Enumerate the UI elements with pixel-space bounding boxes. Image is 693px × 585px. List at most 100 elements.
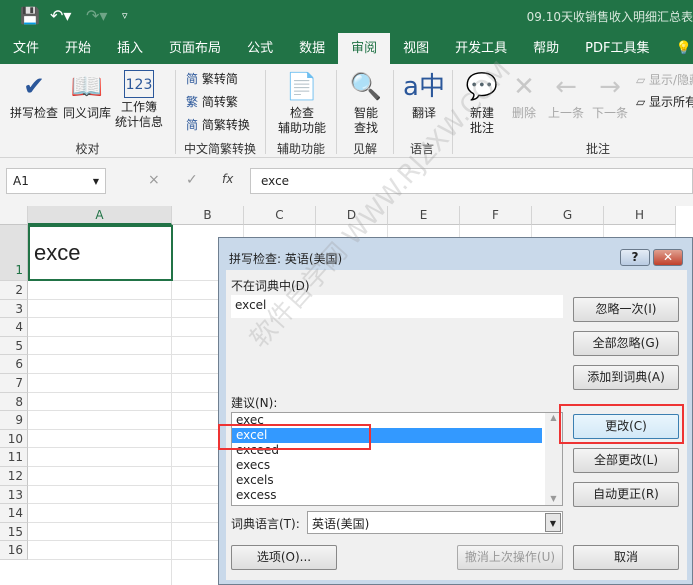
row-header[interactable]: 7	[0, 374, 28, 393]
add-to-dictionary-button[interactable]: 添加到词典(A)	[573, 365, 679, 390]
check-accessibility-button[interactable]: 📄 检查 辅助功能	[272, 70, 332, 136]
tab-2[interactable]: 插入	[104, 33, 156, 64]
ribbon-tabs: 文件 开始 插入 页面布局 公式 数据 审阅 视图 开发工具 帮助 PDF工具集 💡	[0, 33, 693, 64]
highlight-box-suggestion	[218, 424, 371, 450]
change-all-button[interactable]: 全部更改(L)	[573, 448, 679, 473]
group-comments: 批注	[585, 142, 610, 156]
label: 新建	[469, 106, 494, 120]
smart-lookup-button[interactable]: 🔍 智能 查找	[342, 70, 390, 136]
label: 拼写检查	[9, 106, 58, 120]
row-header[interactable]: 1	[0, 225, 28, 281]
close-button[interactable]: ✕	[653, 249, 683, 266]
prev-comment-button[interactable]: ← 上一条	[544, 70, 588, 121]
corner[interactable]	[0, 206, 28, 225]
translate-button[interactable]: a中 翻译	[400, 70, 448, 121]
tab-7[interactable]: 视图	[390, 33, 442, 64]
tab-0[interactable]: 文件	[0, 33, 52, 64]
suggestion-item[interactable]: excess	[232, 488, 542, 503]
cancel-icon[interactable]: ×	[148, 172, 160, 188]
row-header[interactable]: 11	[0, 448, 28, 467]
column-header[interactable]: D	[316, 206, 388, 225]
tab-9[interactable]: 帮助	[520, 33, 572, 64]
group-proofing: 校对	[75, 142, 100, 156]
help-button[interactable]: ?	[620, 249, 650, 266]
column-header[interactable]: C	[244, 206, 316, 225]
row-header[interactable]: 6	[0, 355, 28, 374]
ignore-all-button[interactable]: 全部忽略(G)	[573, 331, 679, 356]
cancel-button[interactable]: 取消	[573, 545, 679, 570]
label: 上一条	[547, 106, 584, 120]
enter-icon[interactable]: ✓	[186, 172, 198, 188]
row-header[interactable]: 14	[0, 504, 28, 523]
chevron-down-icon: ▼	[92, 177, 99, 186]
suggestion-item[interactable]: execs	[232, 458, 542, 473]
s2t-button[interactable]: 繁 简转繁	[186, 93, 238, 110]
convert-button[interactable]: 简 简繁转换	[186, 116, 250, 133]
row-header[interactable]: 5	[0, 336, 28, 356]
t2s-button[interactable]: 简 繁转简	[186, 70, 238, 87]
convert-icon: 简	[186, 118, 199, 132]
group-language: 语言	[409, 142, 434, 156]
new-comment-button[interactable]: 💬 新建 批注	[460, 70, 504, 136]
suggestion-item[interactable]: excels	[232, 473, 542, 488]
insert-function-icon[interactable]: fx	[222, 172, 233, 186]
row-header[interactable]: 8	[0, 392, 28, 412]
spell-check-button[interactable]: ✔ 拼写检查	[8, 70, 60, 121]
next-comment-button[interactable]: → 下一条	[588, 70, 632, 121]
label: 简繁转换	[201, 118, 250, 132]
show-hide-comment-button[interactable]: ▱ 显示/隐藏批注	[636, 71, 693, 88]
customize-icon[interactable]: ▿	[122, 9, 128, 22]
row-header[interactable]: 2	[0, 281, 28, 300]
column-header[interactable]: H	[604, 206, 676, 225]
label: 显示所有批注	[649, 95, 693, 109]
column-header[interactable]: A	[28, 206, 172, 225]
undo-icon[interactable]: ↶▾	[50, 6, 71, 25]
s2t-icon: 繁	[186, 95, 199, 109]
row-header[interactable]: 10	[0, 429, 28, 449]
ribbon: ✔ 拼写检查 📖 同义词库 123 工作簿 统计信息 校对 简 繁转简 繁 简转繁 简 …	[0, 64, 693, 158]
tab-4[interactable]: 公式	[234, 33, 286, 64]
options-button[interactable]: 选项(O)...	[231, 545, 337, 570]
tab-8[interactable]: 开发工具	[442, 33, 520, 64]
tab-10[interactable]: PDF工具集	[572, 33, 662, 64]
row-header[interactable]: 12	[0, 467, 28, 486]
delete-comment-button[interactable]: ✕ 删除	[504, 70, 544, 121]
group-insights: 见解	[352, 142, 377, 156]
stats-icon: 123	[124, 70, 154, 98]
row-header[interactable]: 4	[0, 318, 28, 337]
column-header[interactable]: E	[388, 206, 460, 225]
column-header[interactable]: F	[460, 206, 532, 225]
autocorrect-button[interactable]: 自动更正(R)	[573, 482, 679, 507]
tab-1[interactable]: 开始	[52, 33, 104, 64]
show-all-comments-button[interactable]: ▱ 显示所有批注	[636, 93, 693, 110]
tab-6[interactable]: 审阅	[338, 33, 391, 64]
lightbulb-icon[interactable]: 💡	[662, 33, 693, 64]
language-select[interactable]: 英语(美国) ▼	[307, 511, 563, 534]
scroll-down-icon[interactable]: ▼	[545, 494, 562, 503]
row-header[interactable]: 3	[0, 299, 28, 319]
not-in-dict-field[interactable]: excel	[231, 295, 563, 318]
name-box[interactable]: A1 ▼	[6, 168, 106, 194]
thesaurus-button[interactable]: 📖 同义词库	[62, 70, 112, 121]
accessibility-icon: 📄	[285, 72, 319, 102]
save-icon[interactable]: 💾	[20, 6, 40, 25]
column-header[interactable]: B	[172, 206, 244, 225]
cell-a1[interactable]: exce	[34, 240, 80, 266]
row-header[interactable]: 9	[0, 411, 28, 430]
chevron-down-icon[interactable]: ▼	[545, 513, 561, 532]
label: 智能	[353, 106, 378, 120]
workbook-stats-button[interactable]: 123 工作簿 统计信息	[112, 70, 166, 130]
label: 翻译	[411, 106, 436, 120]
tab-5[interactable]: 数据	[286, 33, 338, 64]
ignore-once-button[interactable]: 忽略一次(I)	[573, 297, 679, 322]
row-header[interactable]: 15	[0, 522, 28, 542]
row-header[interactable]: 16	[0, 541, 28, 560]
column-header[interactable]: G	[532, 206, 604, 225]
undo-last-button[interactable]: 撤消上次操作(U)	[457, 545, 563, 570]
label: 下一条	[591, 106, 628, 120]
redo-icon[interactable]: ↷▾	[86, 6, 107, 25]
formula-input[interactable]: exce	[250, 168, 693, 194]
row-header[interactable]: 13	[0, 485, 28, 505]
not-in-dict-label: 不在词典中(D)	[231, 279, 310, 293]
tab-3[interactable]: 页面布局	[156, 33, 234, 64]
